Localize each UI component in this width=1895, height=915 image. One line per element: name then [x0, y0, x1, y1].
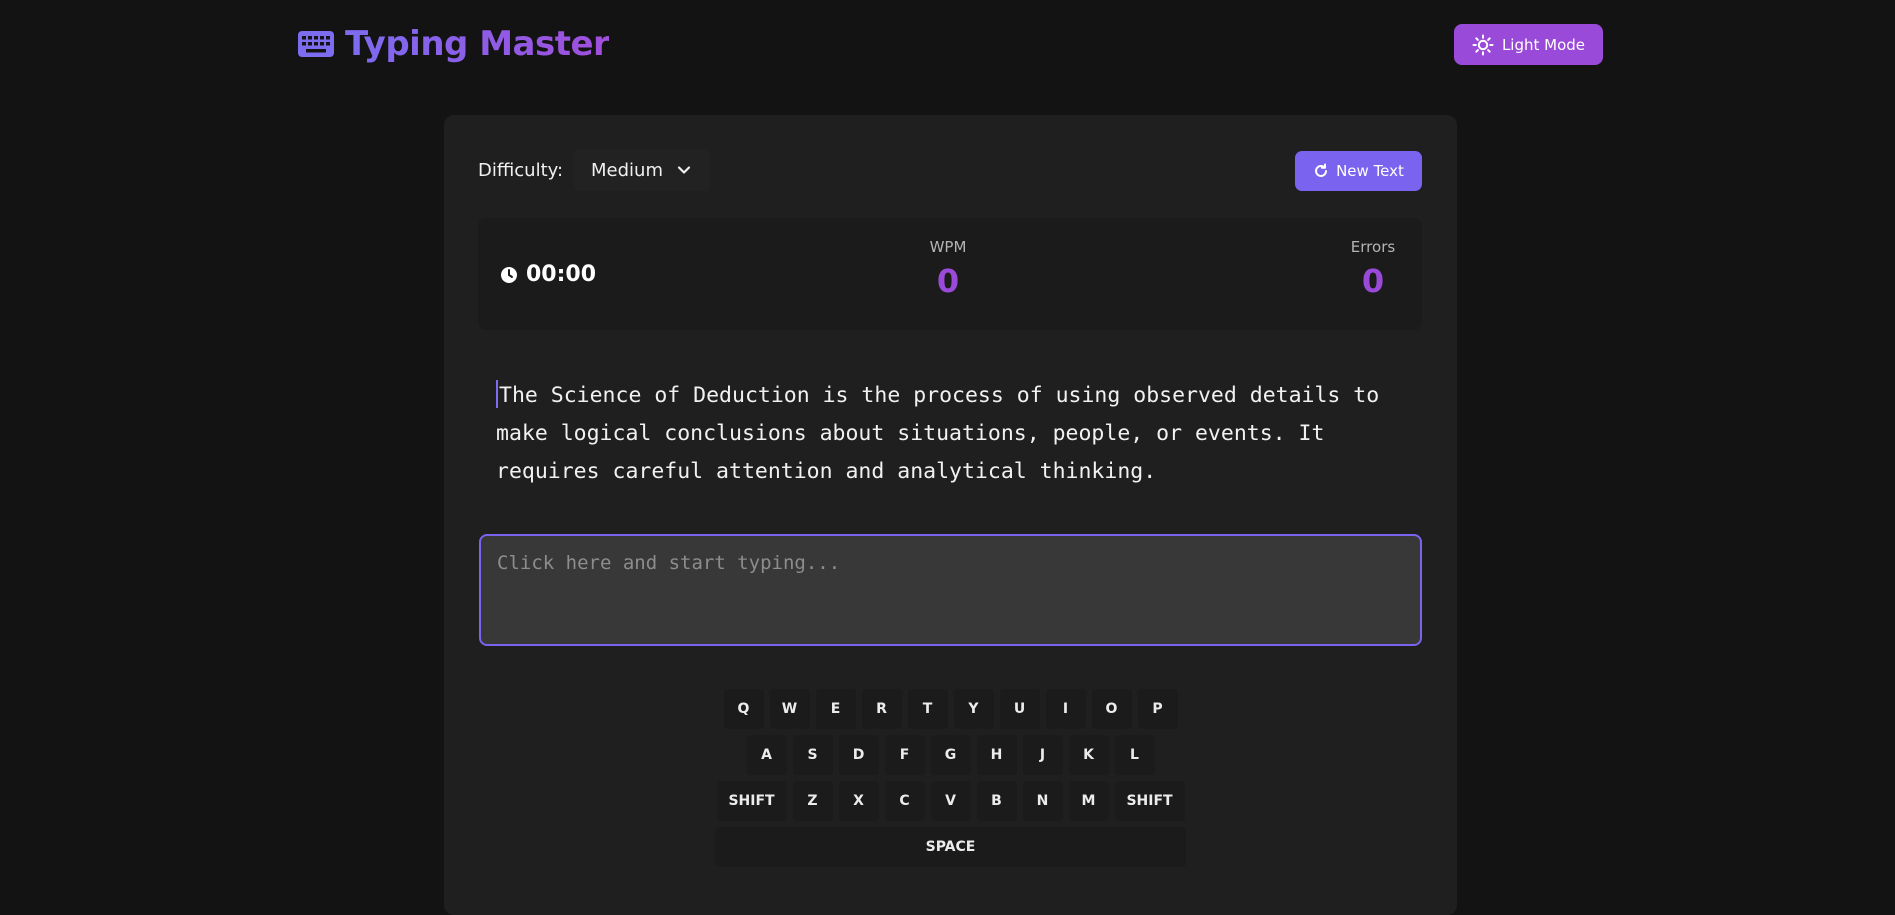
- difficulty-label: Difficulty:: [478, 160, 564, 181]
- key-k[interactable]: K: [1068, 735, 1109, 775]
- key-u[interactable]: U: [999, 689, 1040, 729]
- key-shift[interactable]: SHIFT: [716, 781, 787, 821]
- typing-card: Difficulty: Medium New Text 00:00 WPM 0 …: [444, 115, 1457, 915]
- passage-text-container: The Science of Deduction is the process …: [496, 377, 1416, 491]
- key-w[interactable]: W: [769, 689, 810, 729]
- difficulty-value: Medium: [591, 159, 663, 181]
- errors-label: Errors: [1350, 238, 1396, 256]
- key-d[interactable]: D: [838, 735, 879, 775]
- key-g[interactable]: G: [930, 735, 971, 775]
- timer-value: 00:00: [526, 262, 597, 287]
- keyboard-row-4: SPACE: [444, 827, 1457, 867]
- app-title: Typing Master: [345, 24, 610, 64]
- keyboard-row-1: QWERTYUIOP: [444, 689, 1457, 729]
- light-mode-label: Light Mode: [1501, 35, 1586, 54]
- new-text-label: New Text: [1336, 162, 1404, 180]
- key-space[interactable]: SPACE: [715, 827, 1186, 867]
- errors-value: 0: [1361, 262, 1385, 300]
- new-text-button[interactable]: New Text: [1295, 151, 1422, 191]
- key-f[interactable]: F: [884, 735, 925, 775]
- key-e[interactable]: E: [815, 689, 856, 729]
- sun-icon: [1472, 34, 1494, 55]
- key-shift[interactable]: SHIFT: [1114, 781, 1185, 821]
- key-n[interactable]: N: [1022, 781, 1063, 821]
- key-j[interactable]: J: [1022, 735, 1063, 775]
- chevron-down-icon: [677, 166, 691, 174]
- clock-icon: [501, 266, 517, 283]
- key-m[interactable]: M: [1068, 781, 1109, 821]
- app-header: Typing Master Light Mode: [0, 0, 1895, 90]
- wpm-value: 0: [936, 262, 960, 300]
- key-q[interactable]: Q: [723, 689, 764, 729]
- key-h[interactable]: H: [976, 735, 1017, 775]
- text-caret: [496, 380, 498, 408]
- key-c[interactable]: C: [884, 781, 925, 821]
- typing-input[interactable]: [479, 534, 1422, 646]
- key-p[interactable]: P: [1137, 689, 1178, 729]
- brand: Typing Master: [297, 22, 610, 66]
- key-b[interactable]: B: [976, 781, 1017, 821]
- key-a[interactable]: A: [746, 735, 787, 775]
- keyboard-icon: [298, 31, 334, 57]
- key-y[interactable]: Y: [953, 689, 994, 729]
- stats-panel: 00:00 WPM 0 Errors 0: [478, 218, 1422, 330]
- wpm-stat: WPM 0: [913, 238, 983, 300]
- keyboard-row-2: ASDFGHJKL: [444, 735, 1457, 775]
- key-z[interactable]: Z: [792, 781, 833, 821]
- key-l[interactable]: L: [1114, 735, 1155, 775]
- keyboard-row-3: SHIFT Z X C V B N M SHIFT: [444, 781, 1457, 821]
- key-v[interactable]: V: [930, 781, 971, 821]
- key-i[interactable]: I: [1045, 689, 1086, 729]
- key-r[interactable]: R: [861, 689, 902, 729]
- key-s[interactable]: S: [792, 735, 833, 775]
- timer: 00:00: [500, 262, 596, 287]
- wpm-label: WPM: [929, 238, 967, 256]
- refresh-icon: [1315, 163, 1328, 177]
- passage-text: The Science of Deduction is the process …: [496, 383, 1393, 484]
- key-o[interactable]: O: [1091, 689, 1132, 729]
- errors-stat: Errors 0: [1338, 238, 1408, 300]
- light-mode-button[interactable]: Light Mode: [1454, 24, 1603, 65]
- key-t[interactable]: T: [907, 689, 948, 729]
- key-x[interactable]: X: [838, 781, 879, 821]
- difficulty-select[interactable]: Medium: [574, 149, 710, 191]
